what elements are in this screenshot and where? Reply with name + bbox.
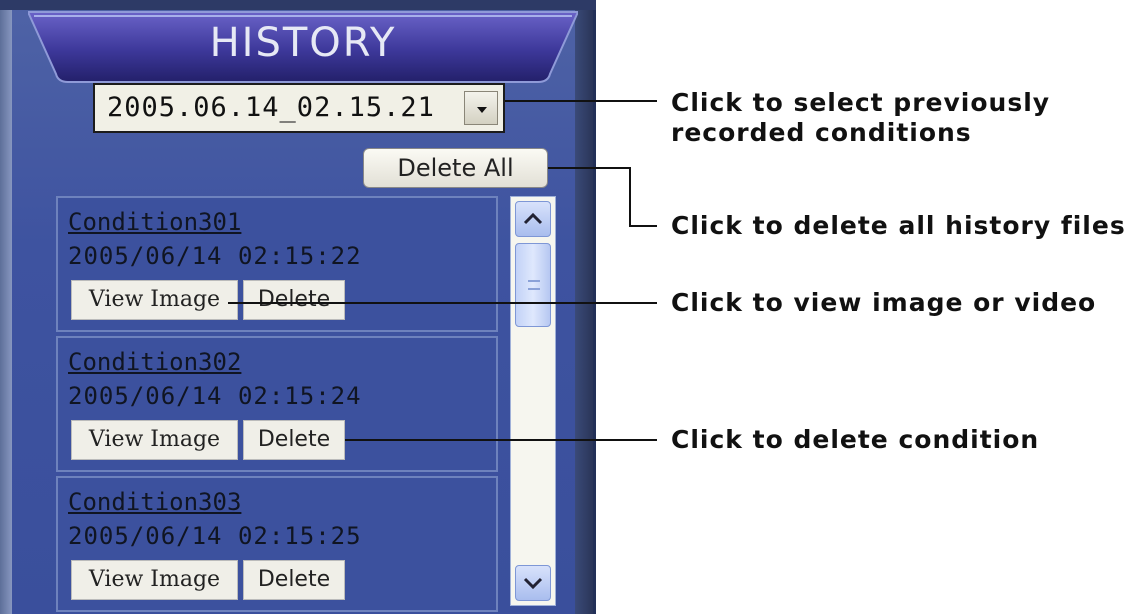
annotation-select-line1: Click to select previously — [671, 88, 1051, 117]
annotation-select-line2: recorded conditions — [671, 118, 972, 147]
annotation-delete-all: Click to delete all history files — [671, 211, 1126, 240]
callout-line-delete-all — [548, 167, 657, 227]
annotation-delete-condition: Click to delete condition — [671, 425, 1040, 454]
annotation-view-image: Click to view image or video — [671, 288, 1097, 317]
